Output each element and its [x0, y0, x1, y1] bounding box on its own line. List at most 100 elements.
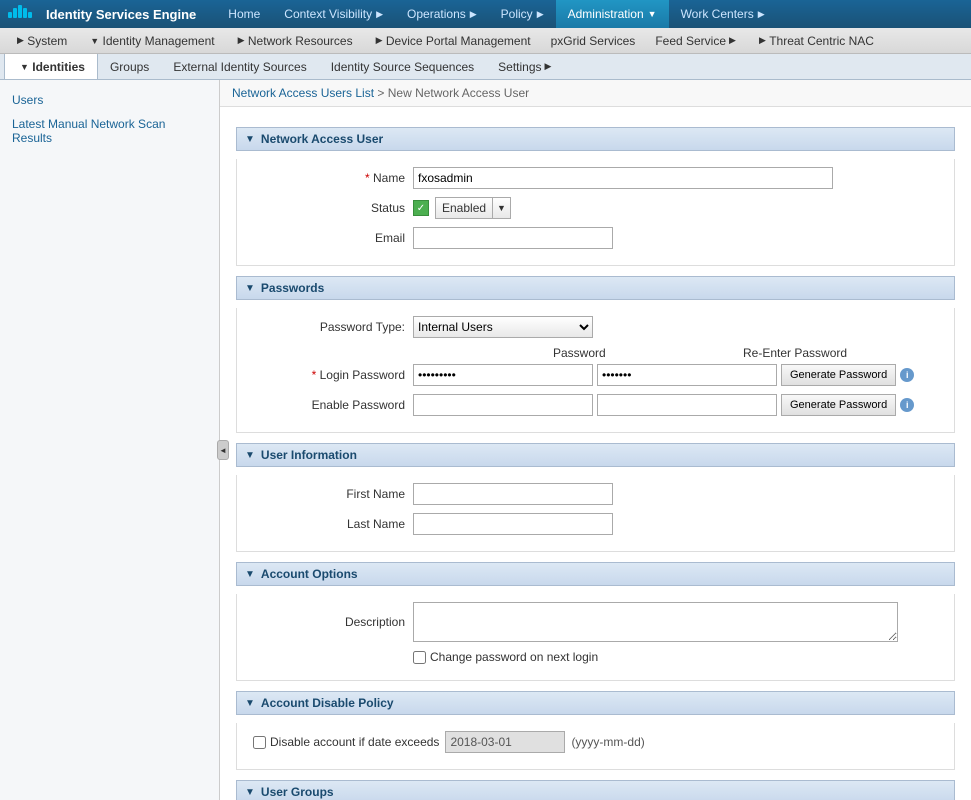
- login-password-info-icon[interactable]: i: [900, 368, 914, 382]
- password-col-header: Password: [553, 346, 743, 360]
- change-password-checkbox[interactable]: [413, 651, 426, 664]
- nav-threat-centric-nac[interactable]: ▶ Threat Centric NAC: [746, 28, 884, 53]
- collapse-passwords-arrow-icon: ▼: [245, 283, 255, 294]
- first-name-row: First Name: [253, 483, 938, 505]
- generate-enable-password-button[interactable]: Generate Password: [781, 394, 896, 416]
- nav-operations[interactable]: Operations ▶: [395, 0, 489, 28]
- tab-settings[interactable]: Settings ▶: [486, 54, 563, 79]
- tab-external-identity-sources[interactable]: External Identity Sources: [161, 54, 318, 79]
- last-name-input[interactable]: [413, 513, 613, 535]
- sidebar: ◄ Users Latest Manual Network Scan Resul…: [0, 80, 220, 800]
- password-type-label: Password Type:: [253, 320, 413, 334]
- nav-identity-management[interactable]: ▼ Identity Management: [77, 28, 224, 53]
- nav-work-centers[interactable]: Work Centers ▶: [669, 0, 777, 28]
- nav-administration-arrow: ▼: [648, 9, 657, 19]
- top-nav-items: Home Context Visibility ▶ Operations ▶ P…: [216, 0, 963, 28]
- breadcrumb-separator: >: [377, 86, 384, 100]
- name-input[interactable]: [413, 167, 833, 189]
- section-header-account-options[interactable]: ▼ Account Options: [236, 562, 955, 586]
- cisco-logo-icon: [8, 4, 38, 24]
- description-label: Description: [253, 615, 413, 629]
- main-layout: ◄ Users Latest Manual Network Scan Resul…: [0, 80, 971, 800]
- first-name-label: First Name: [253, 487, 413, 501]
- status-row: Status ✓ Enabled ▼: [253, 197, 938, 219]
- section-header-user-information[interactable]: ▼ User Information: [236, 443, 955, 467]
- breadcrumb-current: New Network Access User: [388, 86, 529, 100]
- email-input[interactable]: [413, 227, 613, 249]
- password-type-row: Password Type: Internal Users External: [253, 316, 938, 338]
- nav-policy[interactable]: Policy ▶: [489, 0, 556, 28]
- login-password-label: Login Password: [253, 368, 413, 382]
- second-navigation: ▶ System ▼ Identity Management ▶ Network…: [0, 28, 971, 54]
- login-reenter-input[interactable]: [597, 364, 777, 386]
- disable-policy-row: Disable account if date exceeds (yyyy-mm…: [253, 731, 938, 753]
- description-row: Description: [253, 602, 938, 642]
- nav-feed-service[interactable]: Feed Service ▶: [645, 28, 746, 53]
- third-navigation: ▼ Identities Groups External Identity So…: [0, 54, 971, 80]
- main-content: Network Access Users List > New Network …: [220, 80, 971, 800]
- enable-password-input[interactable]: [413, 394, 593, 416]
- form-container: ▼ Network Access User Name Status ✓ Enab…: [220, 107, 971, 800]
- section-header-account-disable-policy[interactable]: ▼ Account Disable Policy: [236, 691, 955, 715]
- collapse-user-groups-arrow-icon: ▼: [245, 787, 255, 798]
- sidebar-item-users[interactable]: Users: [0, 88, 219, 112]
- passwords-section: Password Type: Internal Users External P…: [236, 308, 955, 433]
- email-label: Email: [253, 231, 413, 245]
- network-access-user-section: Name Status ✓ Enabled ▼ Email: [236, 159, 955, 266]
- tab-groups[interactable]: Groups: [98, 54, 161, 79]
- login-password-row: Login Password Generate Password i: [253, 364, 938, 386]
- app-title: Identity Services Engine: [46, 7, 196, 22]
- status-control: ✓ Enabled ▼: [413, 197, 511, 219]
- collapse-arrow-icon: ▼: [245, 134, 255, 145]
- status-dropdown[interactable]: Enabled ▼: [435, 197, 511, 219]
- enable-reenter-input[interactable]: [597, 394, 777, 416]
- collapse-user-info-arrow-icon: ▼: [245, 450, 255, 461]
- breadcrumb-parent-link[interactable]: Network Access Users List: [232, 86, 374, 100]
- breadcrumb: Network Access Users List > New Network …: [220, 80, 971, 107]
- generate-login-password-button[interactable]: Generate Password: [781, 364, 896, 386]
- name-row: Name: [253, 167, 938, 189]
- nav-network-resources[interactable]: ▶ Network Resources: [225, 28, 363, 53]
- section-header-passwords[interactable]: ▼ Passwords: [236, 276, 955, 300]
- login-password-input[interactable]: [413, 364, 593, 386]
- disable-account-label: Disable account if date exceeds: [270, 735, 439, 749]
- status-dropdown-arrow-icon: ▼: [492, 198, 510, 218]
- first-name-input[interactable]: [413, 483, 613, 505]
- tab-identity-source-sequences[interactable]: Identity Source Sequences: [319, 54, 486, 79]
- nav-context-visibility-arrow: ▶: [376, 9, 383, 20]
- change-password-label: Change password on next login: [430, 650, 598, 664]
- nav-system[interactable]: ▶ System: [4, 28, 77, 53]
- collapse-disable-policy-arrow-icon: ▼: [245, 698, 255, 709]
- email-row: Email: [253, 227, 938, 249]
- account-options-section: Description Change password on next logi…: [236, 594, 955, 681]
- section-header-network-access-user[interactable]: ▼ Network Access User: [236, 127, 955, 151]
- status-enabled-checkbox[interactable]: ✓: [413, 200, 429, 216]
- top-navigation: Identity Services Engine Home Context Vi…: [0, 0, 971, 28]
- collapse-account-options-arrow-icon: ▼: [245, 569, 255, 580]
- disable-account-checkbox[interactable]: [253, 736, 266, 749]
- disable-date-input[interactable]: [445, 731, 565, 753]
- nav-home[interactable]: Home: [216, 0, 272, 28]
- enable-password-label: Enable Password: [253, 398, 413, 412]
- enable-password-info-icon[interactable]: i: [900, 398, 914, 412]
- password-type-select[interactable]: Internal Users External: [413, 316, 593, 338]
- tab-identities[interactable]: ▼ Identities: [4, 54, 98, 79]
- nav-pxgrid-services[interactable]: pxGrid Services: [541, 28, 646, 53]
- nav-administration[interactable]: Administration ▼: [556, 0, 669, 28]
- name-label: Name: [253, 171, 413, 185]
- account-disable-policy-section: Disable account if date exceeds (yyyy-mm…: [236, 723, 955, 770]
- date-format-label: (yyyy-mm-dd): [571, 735, 644, 749]
- enable-password-row: Enable Password Generate Password i: [253, 394, 938, 416]
- description-textarea[interactable]: [413, 602, 898, 642]
- sidebar-item-latest-scan[interactable]: Latest Manual Network Scan Results: [0, 112, 219, 150]
- nav-device-portal-management[interactable]: ▶ Device Portal Management: [363, 28, 541, 53]
- status-dropdown-text: Enabled: [436, 201, 492, 215]
- nav-policy-arrow: ▶: [537, 9, 544, 20]
- section-header-user-groups[interactable]: ▼ User Groups: [236, 780, 955, 800]
- nav-operations-arrow: ▶: [470, 9, 477, 20]
- last-name-label: Last Name: [253, 517, 413, 531]
- sidebar-toggle-button[interactable]: ◄: [217, 440, 229, 460]
- nav-work-centers-arrow: ▶: [758, 9, 765, 20]
- user-information-section: First Name Last Name: [236, 475, 955, 552]
- nav-context-visibility[interactable]: Context Visibility ▶: [272, 0, 395, 28]
